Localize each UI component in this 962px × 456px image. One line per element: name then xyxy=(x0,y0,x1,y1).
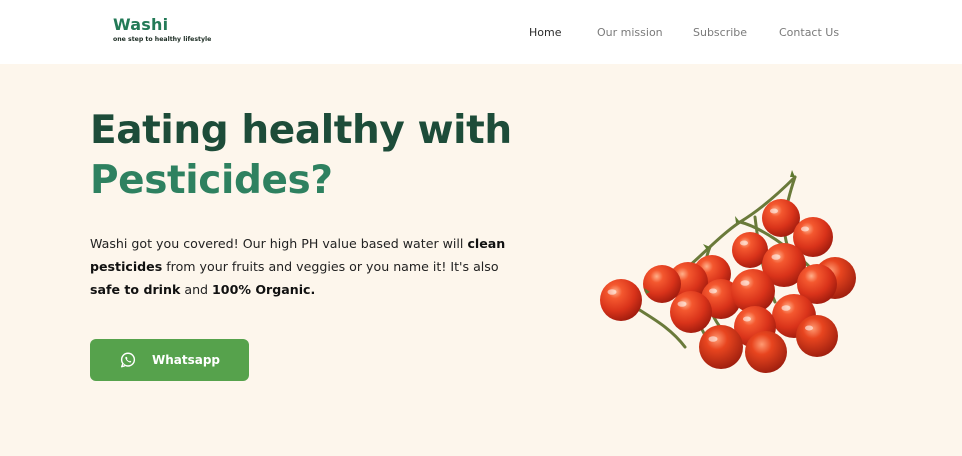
nav-link-subscribe[interactable]: Subscribe xyxy=(693,26,747,40)
brand-tagline: one step to healthy lifestyle xyxy=(113,36,212,43)
hero-headline: Eating healthy with Pesticides? xyxy=(90,106,512,206)
whatsapp-icon xyxy=(120,352,136,368)
tomato-cluster xyxy=(600,199,856,373)
brand-logo[interactable]: Washi one step to healthy lifestyle xyxy=(113,16,211,44)
cherry-tomatoes-image xyxy=(600,170,856,373)
description-text-3: and xyxy=(180,282,213,297)
hero-headline-highlight: Pesticides? xyxy=(90,158,333,203)
hero-headline-line1: Eating healthy with xyxy=(90,108,512,153)
whatsapp-button-label: Whatsapp xyxy=(151,353,221,367)
hero-description: Washi got you covered! Our high PH value… xyxy=(90,232,520,301)
whatsapp-button[interactable]: Whatsapp xyxy=(90,339,249,381)
description-text-2: from your fruits and veggies or you name… xyxy=(162,259,499,274)
nav-link-our-mission[interactable]: Our mission xyxy=(597,26,663,40)
description-bold-safe-to-drink: safe to drink xyxy=(90,282,181,297)
nav-link-contact-us[interactable]: Contact Us xyxy=(779,26,839,40)
nav-link-home[interactable]: Home xyxy=(529,26,561,40)
description-bold-organic: 100% Organic. xyxy=(212,282,316,297)
brand-name: Washi xyxy=(113,15,169,34)
navbar: Washi one step to healthy lifestyle Home… xyxy=(0,0,962,64)
description-text-1: Washi got you covered! Our high PH value… xyxy=(90,236,468,251)
